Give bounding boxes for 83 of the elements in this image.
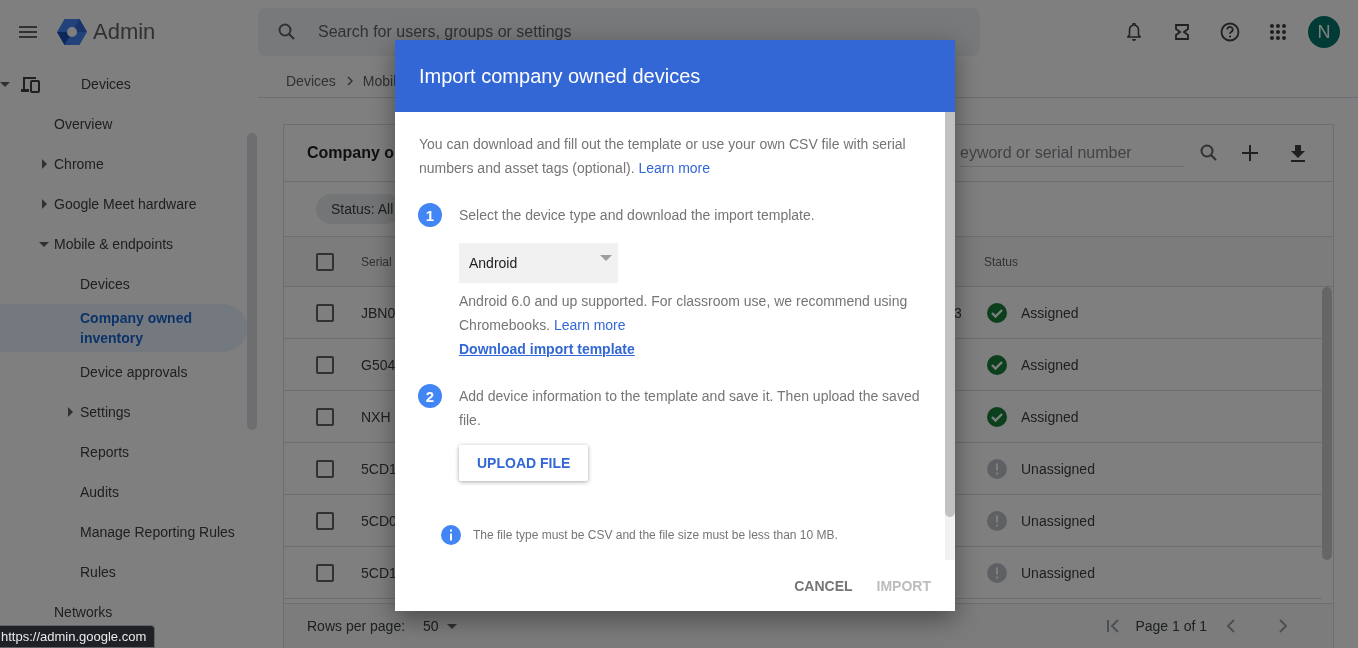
upload-file-button[interactable]: UPLOAD FILE bbox=[459, 445, 589, 481]
card-title: Company o bbox=[307, 144, 395, 162]
nav-item[interactable]: Reports bbox=[0, 432, 247, 472]
dialog-action-button[interactable]: CANCEL bbox=[786, 569, 861, 602]
nav-item[interactable]: Overview bbox=[0, 104, 247, 144]
rows-per-page-label: Rows per page: bbox=[307, 618, 406, 634]
table-cell: Assigned bbox=[1021, 408, 1079, 425]
table-cell: 5CD1 bbox=[361, 460, 397, 477]
caret-down-icon bbox=[446, 623, 457, 629]
nav-item[interactable]: Audits bbox=[0, 472, 247, 512]
checkbox[interactable] bbox=[316, 303, 334, 322]
caret-right-icon[interactable] bbox=[41, 199, 47, 209]
apps-grid-icon[interactable] bbox=[1270, 24, 1286, 40]
table-cell: G504 bbox=[361, 356, 396, 373]
learn-more-link[interactable]: Learn more bbox=[553, 317, 626, 333]
first-page-icon[interactable] bbox=[1107, 619, 1120, 633]
caret-down-icon bbox=[600, 255, 612, 261]
nav-item[interactable]: Device approvals bbox=[0, 352, 247, 392]
table-cell: Unassigned bbox=[1021, 564, 1095, 581]
dialog-title: Import company owned devices bbox=[395, 40, 955, 112]
nav-item[interactable]: Devices bbox=[0, 264, 247, 304]
plus-icon[interactable] bbox=[1242, 145, 1258, 161]
support-text: Android 6.0 and up supported. For classroom use, we recommend using Chromebooks. Learn more bbox=[459, 292, 909, 335]
rows-per-page-select[interactable]: 50 bbox=[423, 618, 457, 634]
scrollbar[interactable] bbox=[945, 112, 955, 517]
nav-item[interactable]: Google Meet hardware bbox=[0, 184, 247, 224]
previous-page-icon[interactable] bbox=[1227, 619, 1235, 633]
nav-item[interactable]: Devices bbox=[0, 64, 247, 104]
device-type-select[interactable]: Android bbox=[459, 243, 618, 283]
info-icon bbox=[441, 525, 461, 545]
table-cell: 5CD1 bbox=[361, 564, 397, 581]
nav-item[interactable]: Manage Reporting Rules bbox=[0, 512, 247, 552]
menu-icon[interactable] bbox=[19, 26, 37, 38]
search-field[interactable]: eyword or serial number bbox=[960, 139, 1184, 167]
caret-down-icon[interactable] bbox=[0, 81, 10, 87]
table-cell: Assigned bbox=[1021, 304, 1079, 321]
breadcrumb-link[interactable]: Mobil bbox=[362, 72, 397, 89]
caret-right-icon[interactable] bbox=[41, 159, 47, 169]
bell-icon[interactable] bbox=[1125, 23, 1143, 41]
avatar[interactable]: N bbox=[1308, 16, 1340, 48]
next-page-icon[interactable] bbox=[1279, 619, 1287, 633]
help-icon[interactable] bbox=[1220, 22, 1240, 42]
intro-text: You can download and fill out the template or use your own CSV file with serial numbers and asset tags (optional). Learn more bbox=[419, 135, 907, 178]
nav-item[interactable]: Chrome bbox=[0, 144, 247, 184]
search-field[interactable]: Search for users, groups or settings bbox=[316, 22, 920, 42]
table-cell: Assigned bbox=[1021, 356, 1079, 373]
nav-item[interactable]: Settings bbox=[0, 392, 247, 432]
nav-item[interactable]: Rules bbox=[0, 552, 247, 592]
table-cell: Unassigned bbox=[1021, 460, 1095, 477]
checkbox[interactable] bbox=[316, 252, 334, 271]
caret-right-icon[interactable] bbox=[67, 407, 73, 417]
info-text: The file type must be CSV and the file size must be less than 10 MB. bbox=[473, 528, 838, 542]
download-template-link[interactable]: Download import template bbox=[459, 337, 635, 361]
checkbox[interactable] bbox=[316, 459, 334, 478]
app-name: Admin bbox=[93, 19, 156, 45]
checkbox[interactable] bbox=[316, 511, 334, 530]
table-cell: NXH bbox=[361, 408, 391, 425]
search-icon[interactable] bbox=[1200, 144, 1218, 162]
step-text: Add device information to the template and save it. Then upload the saved file. bbox=[459, 387, 921, 430]
step-text: Select the device type and download the import template. bbox=[459, 206, 816, 225]
table-cell: JBN0 bbox=[361, 304, 396, 321]
table-cell: 3 bbox=[954, 304, 962, 321]
caret-down-icon[interactable] bbox=[39, 241, 49, 247]
nav-item[interactable]: Mobile & endpoints bbox=[0, 224, 247, 264]
step-number: 2 bbox=[418, 384, 442, 408]
breadcrumb-link[interactable]: Devices bbox=[286, 72, 336, 89]
step-number: 1 bbox=[418, 203, 442, 227]
learn-more-link[interactable]: Learn more bbox=[638, 160, 711, 176]
devices-icon bbox=[20, 75, 40, 93]
chevron-right-icon bbox=[346, 75, 353, 86]
column-header[interactable]: Status bbox=[984, 254, 1333, 269]
table-cell: Unassigned bbox=[1021, 512, 1095, 529]
checkbox[interactable] bbox=[316, 407, 334, 426]
download-icon[interactable] bbox=[1290, 144, 1306, 162]
search-icon[interactable] bbox=[278, 23, 296, 41]
hourglass-icon[interactable] bbox=[1174, 22, 1190, 42]
checkbox[interactable] bbox=[316, 563, 334, 582]
checkbox[interactable] bbox=[316, 355, 334, 374]
scrollbar[interactable] bbox=[1322, 287, 1332, 560]
nav-item[interactable]: Company owned inventory bbox=[0, 304, 247, 352]
status-url-tooltip: https://admin.google.com bbox=[0, 625, 156, 648]
hexagon-logo-icon bbox=[57, 18, 87, 46]
page-indicator: Page 1 of 1 bbox=[1135, 618, 1207, 634]
